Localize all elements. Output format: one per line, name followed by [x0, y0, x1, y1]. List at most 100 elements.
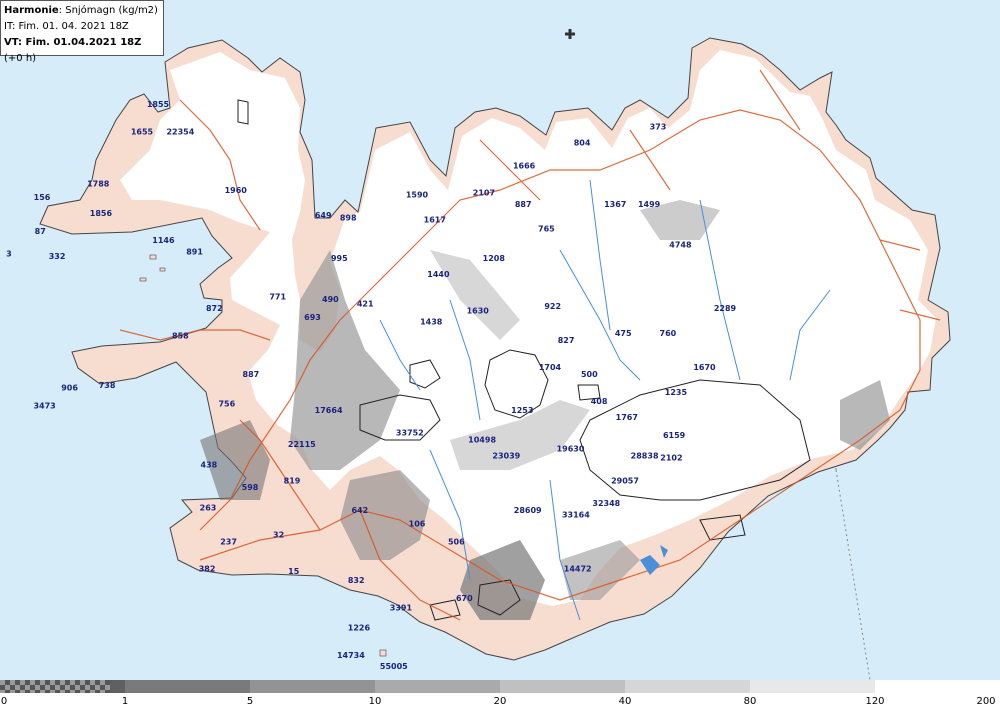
- station-value: 17664: [315, 406, 343, 415]
- station-value: 55005: [380, 662, 408, 671]
- station-value: 898: [340, 213, 357, 222]
- station-value: 1367: [604, 200, 626, 209]
- station-value: 15: [288, 567, 300, 576]
- legend-tick: 1: [121, 696, 129, 707]
- station-value: 771: [269, 293, 286, 302]
- valid-time: VT: Fim. 01.04.2021 18Z: [4, 37, 142, 48]
- station-value: 1630: [467, 306, 490, 315]
- station-value: 819: [284, 476, 301, 485]
- station-value: 887: [515, 200, 532, 209]
- station-value: 3: [6, 250, 12, 259]
- legend-tick: 0: [0, 696, 8, 707]
- station-value: 237: [220, 538, 237, 547]
- station-value: 438: [201, 461, 218, 470]
- station-value: 649: [315, 211, 332, 220]
- station-value: 1856: [90, 209, 113, 218]
- info-box: Harmonie: Snjómagn (kg/m2) IT: Fim. 01. …: [0, 0, 164, 64]
- issue-time: IT: Fim. 01. 04. 2021 18Z: [4, 21, 129, 32]
- legend-tick: 10: [368, 696, 382, 707]
- station-value: 373: [650, 123, 667, 132]
- station-value: 1855: [147, 100, 170, 109]
- station-value: 421: [357, 300, 374, 309]
- station-value: 1788: [87, 179, 110, 188]
- station-value: 858: [172, 331, 189, 340]
- station-value: 1655: [131, 127, 154, 136]
- station-value: 87: [35, 227, 46, 236]
- station-value: 156: [34, 193, 51, 202]
- station-value: 756: [218, 399, 235, 408]
- station-value: 2107: [473, 189, 495, 198]
- legend-tick: 80: [743, 696, 757, 707]
- station-value: 1208: [483, 254, 506, 263]
- legend-swatch: [750, 680, 875, 693]
- station-value: 832: [348, 576, 365, 585]
- station-value: 506: [448, 538, 465, 547]
- legend-swatch: [875, 680, 1000, 693]
- snow-amount-map[interactable]: 1855 1655 22354 1788 156 1960 1856 87 3 332 1146 89…: [0, 0, 1000, 680]
- station-value: 14734: [337, 651, 365, 660]
- station-value: 332: [49, 252, 66, 261]
- station-value: 1704: [539, 363, 562, 372]
- parameter-name: : Snjómagn (kg/m2): [58, 5, 158, 16]
- legend-bar: [0, 680, 1000, 693]
- legend-swatch-checker: [0, 680, 110, 693]
- station-value: 33752: [396, 429, 424, 438]
- station-value: 382: [199, 565, 216, 574]
- station-value: 22115: [288, 440, 316, 449]
- station-value: 1590: [406, 191, 429, 200]
- station-value: 1146: [152, 236, 175, 245]
- legend-tick: 5: [246, 696, 254, 707]
- station-value: 29057: [611, 476, 639, 485]
- station-value: 22354: [166, 127, 194, 136]
- legend-swatch: [625, 680, 750, 693]
- station-value: 1617: [424, 216, 446, 225]
- legend-tick: 20: [493, 696, 507, 707]
- station-value: 500: [581, 370, 598, 379]
- station-value: 408: [591, 397, 608, 406]
- station-value: 19630: [557, 445, 585, 454]
- station-value: 2102: [660, 454, 682, 463]
- station-value: 642: [351, 506, 368, 515]
- station-value: 2289: [714, 304, 737, 313]
- legend-swatch: [125, 680, 250, 693]
- station-value: 1253: [511, 406, 533, 415]
- station-value: 922: [544, 302, 561, 311]
- station-value: 4748: [669, 241, 692, 250]
- station-value: 598: [242, 483, 259, 492]
- legend-tick: 120: [865, 696, 885, 707]
- station-value: 995: [331, 254, 348, 263]
- station-value: 827: [558, 336, 575, 345]
- station-value: 1226: [348, 624, 371, 633]
- station-value: 1670: [693, 363, 716, 372]
- station-value: 872: [206, 304, 223, 313]
- station-value: 10498: [468, 436, 496, 445]
- legend-swatch: [375, 680, 500, 693]
- station-value: 906: [61, 383, 78, 392]
- model-name: Harmonie: [4, 5, 59, 16]
- station-value: 891: [186, 247, 203, 256]
- station-value: 1235: [665, 388, 688, 397]
- station-value: 693: [304, 313, 321, 322]
- station-value: 14472: [564, 565, 592, 574]
- station-value: 28838: [631, 451, 659, 460]
- station-value: 6159: [663, 431, 686, 440]
- legend-tick: 40: [618, 696, 632, 707]
- station-value: 760: [660, 329, 677, 338]
- station-value: 23039: [492, 451, 520, 460]
- station-value: 3391: [390, 603, 413, 612]
- station-value: 887: [243, 370, 260, 379]
- station-value: 670: [456, 594, 473, 603]
- legend-swatch: [110, 680, 125, 693]
- station-value: 1960: [225, 186, 248, 195]
- station-value: 32: [273, 531, 284, 540]
- station-value: 475: [615, 329, 632, 338]
- station-value: 106: [409, 519, 426, 528]
- station-value: 28609: [514, 506, 542, 515]
- station-value: 738: [99, 381, 116, 390]
- station-value: 33164: [562, 510, 590, 519]
- station-value: 490: [322, 295, 339, 304]
- legend-tick: 200: [976, 696, 996, 707]
- station-value: 32348: [592, 499, 620, 508]
- station-value: 804: [574, 139, 591, 148]
- station-value: 1767: [616, 413, 638, 422]
